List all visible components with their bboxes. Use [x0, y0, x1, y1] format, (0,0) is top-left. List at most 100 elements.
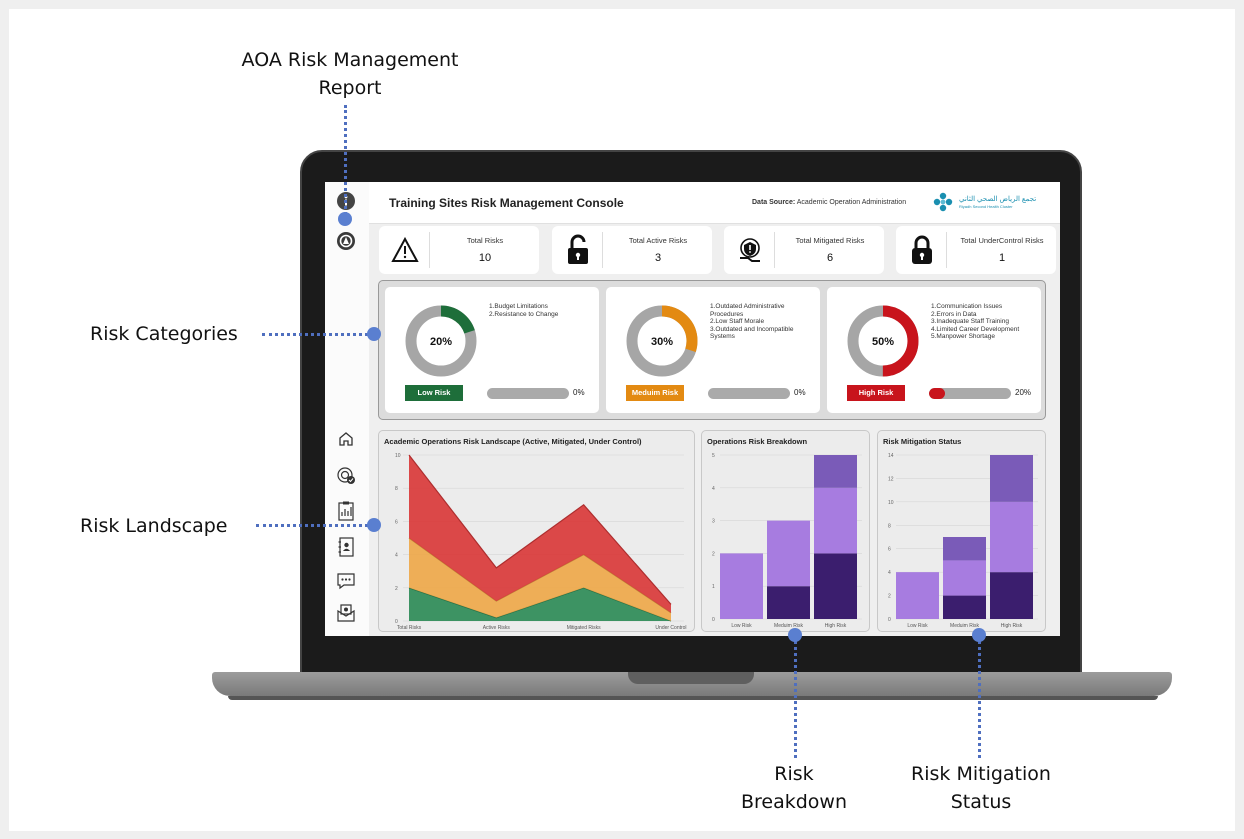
y-tick-label: 4 [712, 486, 715, 492]
category-list: 1.Outdated Administrative Procedures 2.L… [708, 303, 816, 341]
bar-segment [814, 553, 857, 619]
kpi-total-undercontrol-risks[interactable]: Total UnderControl Risks 1 [896, 226, 1056, 274]
callout-breakdown-line2: Breakdown [740, 791, 848, 813]
y-tick-label: 8 [888, 523, 891, 529]
category-card-medium[interactable]: 30% 1.Outdated Administrative Procedures… [606, 287, 820, 413]
x-tick-label: High Risk [825, 623, 847, 629]
kpi-value: 3 [654, 252, 662, 264]
donut-chart: 30% [626, 305, 698, 377]
category-list: 1.Budget Limitations 2.Resistance to Cha… [487, 303, 595, 318]
x-tick-label: High Risk [1001, 623, 1023, 629]
warning-triangle-icon [389, 234, 421, 266]
bar-segment [943, 537, 986, 561]
bar-segment [767, 586, 810, 619]
y-tick-label: 6 [888, 547, 891, 553]
progress-track [708, 388, 790, 399]
donut-label: 50% [872, 336, 894, 348]
shield-hand-icon [734, 234, 766, 266]
callout-report: AOA Risk Management Report [215, 46, 485, 102]
kpi-value: 1 [998, 252, 1006, 264]
kpi-separator [429, 232, 430, 268]
callout-dot-mitigation [972, 628, 986, 642]
data-source-value: Academic Operation Administration [796, 199, 907, 206]
kpi-total-active-risks[interactable]: Total Active Risks 3 [552, 226, 712, 274]
risk-level-badge: Meduim Risk [626, 385, 684, 401]
bar-segment [990, 572, 1033, 619]
data-source: Data Source: Academic Operation Administ… [752, 199, 906, 206]
connector-categories [262, 333, 374, 336]
kpi-total-mitigated-risks[interactable]: Total Mitigated Risks 6 [724, 226, 884, 274]
cluster-logo-icon [933, 192, 953, 212]
progress-fill [929, 388, 946, 399]
category-list-item: 2.Errors in Data [931, 310, 977, 318]
chat-bubble-icon[interactable] [335, 570, 357, 592]
bar-segment [814, 455, 857, 488]
callout-mitigation-line2: Status [950, 791, 1012, 813]
risk-mitigation-plot: 02468101214Low Risk Meduim Risk High Risk [888, 453, 1038, 629]
callout-dot-report [338, 212, 352, 226]
contact-book-icon[interactable] [335, 536, 357, 558]
y-tick-label: 2 [712, 551, 715, 557]
settings-gear-icon[interactable] [335, 230, 357, 252]
mail-badge-icon[interactable] [335, 602, 357, 624]
top-bar: Training Sites Risk Management Console D… [369, 182, 1060, 224]
dashboard-screen: Training Sites Risk Management Console D… [325, 182, 1060, 636]
risk-level-badge: High Risk [847, 385, 905, 401]
y-tick-label: 12 [888, 476, 894, 482]
x-tick-label: Total Risks [397, 625, 422, 631]
operations-risk-breakdown-chart[interactable]: Operations Risk Breakdown 0 1 2 3 4 5 Low Risk… [701, 430, 870, 632]
risk-level-badge: Low Risk [405, 385, 463, 401]
callout-breakdown: Risk Breakdown [736, 760, 852, 816]
x-tick-label: Low Risk [731, 623, 752, 629]
y-tick-label: 5 [712, 453, 715, 459]
risk-landscape-plot: 0246810Total Risks Active Risks Mitigated … [395, 453, 687, 631]
cluster-logo-text: تجمع الرياض الصحي الثاني Riyadh Second H… [959, 196, 1036, 209]
kpi-label: Total Active Risks [628, 236, 688, 245]
progress-track [929, 388, 1011, 399]
callout-dot-breakdown [788, 628, 802, 642]
y-tick-label: 10 [888, 500, 894, 506]
category-card-low[interactable]: 20% 1.Budget Limitations 2.Resistance to… [385, 287, 599, 413]
risk-landscape-chart[interactable]: Academic Operations Risk Landscape (Acti… [378, 430, 695, 632]
y-tick-label: 8 [395, 486, 398, 492]
connector-landscape [256, 524, 374, 527]
category-card-high[interactable]: 50% 1.Communication Issues 2.Errors in D… [827, 287, 1041, 413]
laptop-notch [628, 672, 754, 684]
category-list-item: 2.Low Staff Morale [710, 318, 765, 325]
donut-label: 20% [430, 336, 452, 348]
bar-segment [720, 553, 763, 619]
y-tick-label: 2 [395, 586, 398, 592]
donut-chart: 20% [405, 305, 477, 377]
kpi-label: Total Mitigated Risks [795, 236, 865, 245]
locked-padlock-icon [906, 234, 938, 266]
callout-report-line1: AOA Risk Management [241, 49, 459, 71]
category-list-item: 1.Budget Limitations [489, 303, 548, 310]
risk-mitigation-status-chart[interactable]: Risk Mitigation Status 0 2 4 6 8 10 12 14 Low Ri… [877, 430, 1046, 632]
bar-segment [990, 501, 1033, 573]
bar-segment [943, 560, 986, 596]
x-tick-label: Meduim Risk [774, 623, 803, 629]
target-check-icon[interactable] [335, 464, 357, 486]
x-tick-label: Under Control [655, 625, 686, 631]
kpi-total-risks[interactable]: Total Risks 10 [379, 226, 539, 274]
progress-track [487, 388, 569, 399]
logo-arabic-text: تجمع الرياض الصحي الثاني [959, 195, 1037, 203]
callout-report-line2: Report [318, 77, 382, 99]
category-list-item: 5.Manpower Shortage [931, 333, 995, 340]
home-icon[interactable] [335, 428, 357, 450]
kpi-separator [774, 232, 775, 268]
y-tick-label: 4 [888, 570, 891, 576]
kpi-separator [946, 232, 947, 268]
y-tick-label: 6 [395, 519, 398, 525]
y-tick-label: 0 [712, 617, 715, 623]
x-tick-label: Low Risk [907, 623, 928, 629]
risk-categories-panel: 20% 1.Budget Limitations 2.Resistance to… [378, 280, 1046, 420]
x-tick-label: Mitigated Risks [567, 625, 601, 631]
category-list-item: 3.Inadequate Staff Training [931, 318, 1009, 325]
clipboard-chart-icon[interactable] [335, 500, 357, 522]
logo-english-text: Riyadh Second Health Cluster [959, 203, 1013, 209]
progress-percent: 0% [573, 388, 585, 397]
sidebar [325, 182, 369, 636]
bar-segment [767, 520, 810, 587]
connector-report [344, 105, 347, 215]
